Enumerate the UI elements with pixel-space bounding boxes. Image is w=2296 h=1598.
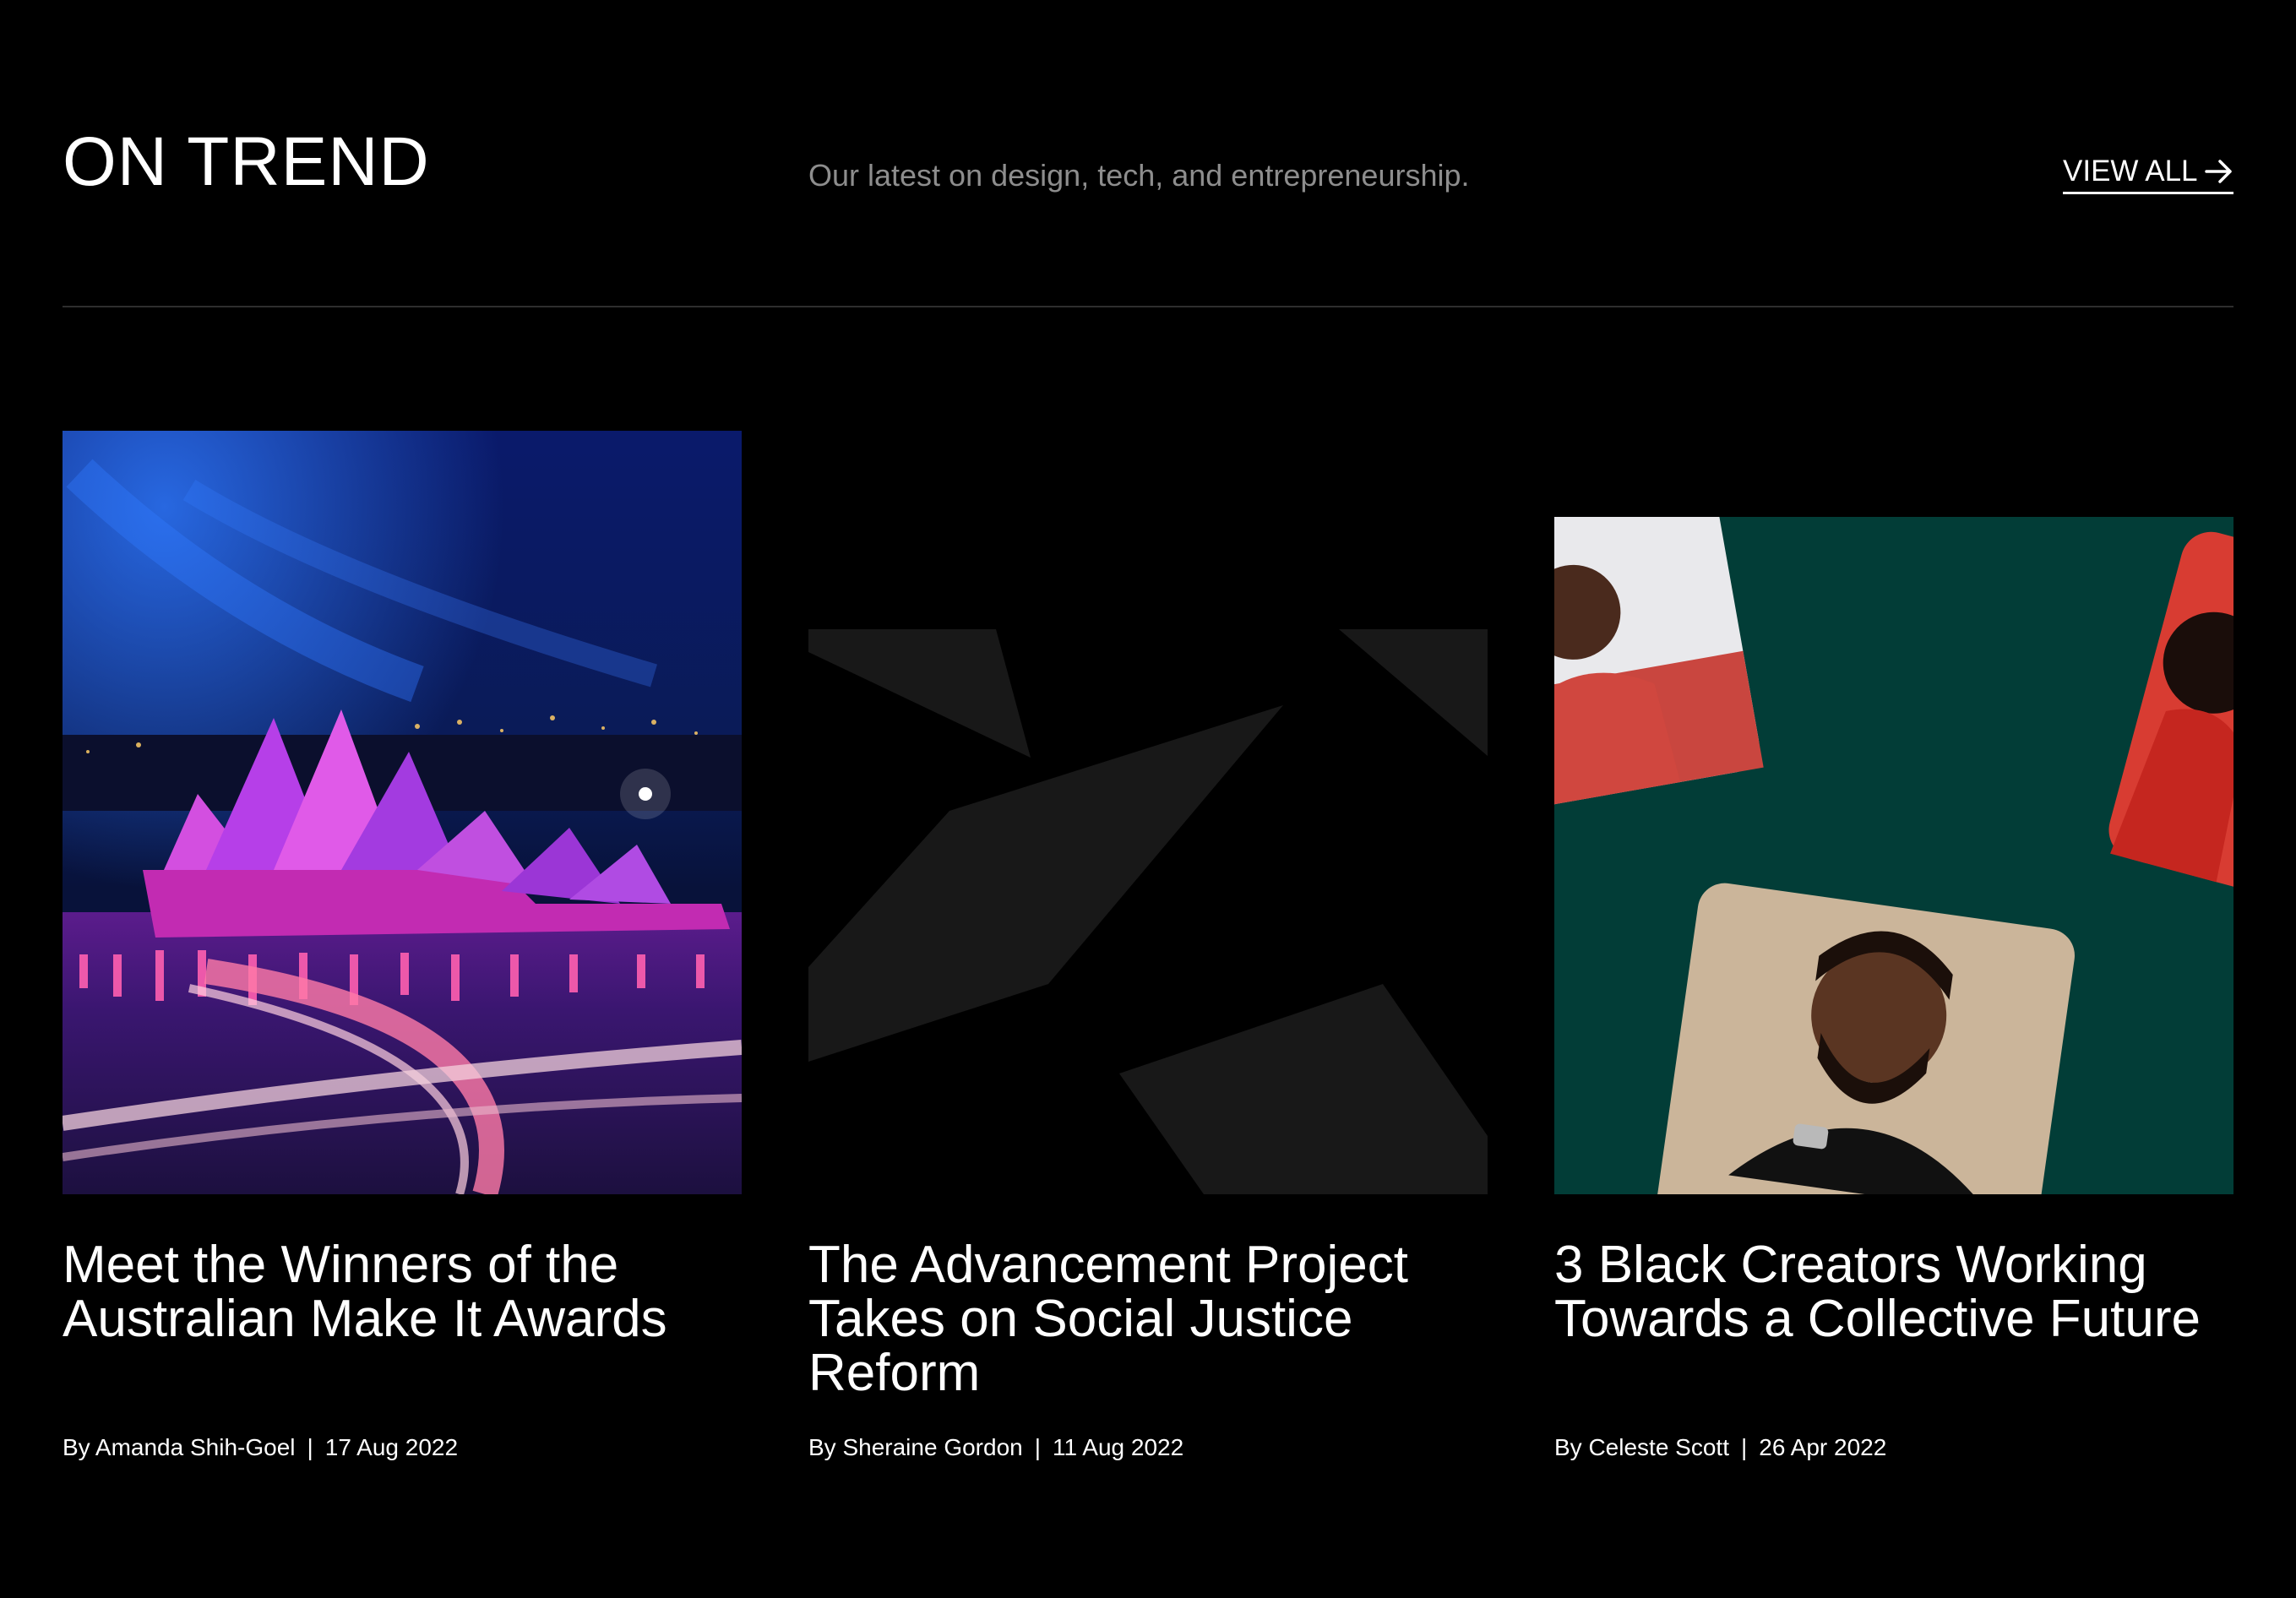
meta-separator: |	[307, 1434, 313, 1460]
meta-separator: |	[1740, 1434, 1748, 1460]
creators-collage-image[interactable]	[1554, 517, 2233, 1194]
article-date: 17 Aug 2022	[324, 1434, 459, 1460]
abstract-logo-image[interactable]	[808, 629, 1488, 1194]
article-date: 26 Apr 2022	[1759, 1434, 1887, 1460]
article-title[interactable]: The Advancement Project Takes on Social …	[808, 1238, 1488, 1400]
sydney-opera-house-image[interactable]	[63, 431, 742, 1194]
article-author: By Amanda Shih-Goel	[63, 1434, 296, 1460]
article-card-australian-awards[interactable]: Meet the Winners of the Australian Make …	[63, 0, 742, 1598]
article-meta: By Celeste Scott | 26 Apr 2022	[1554, 1431, 1886, 1465]
article-author: By Celeste Scott	[1554, 1434, 1729, 1460]
article-date: 11 Aug 2022	[1053, 1434, 1184, 1460]
article-card-black-creators[interactable]: 3 Black Creators Working Towards a Colle…	[1554, 0, 2233, 1598]
article-card-advancement-project[interactable]: The Advancement Project Takes on Social …	[808, 0, 1488, 1598]
article-title[interactable]: Meet the Winners of the Australian Make …	[63, 1238, 742, 1346]
article-title[interactable]: 3 Black Creators Working Towards a Colle…	[1554, 1238, 2233, 1346]
article-author: By Sheraine Gordon	[808, 1434, 1023, 1460]
article-meta: By Sheraine Gordon | 11 Aug 2022	[808, 1431, 1183, 1465]
article-meta: By Amanda Shih-Goel | 17 Aug 2022	[63, 1431, 458, 1465]
meta-separator: |	[1034, 1434, 1041, 1460]
